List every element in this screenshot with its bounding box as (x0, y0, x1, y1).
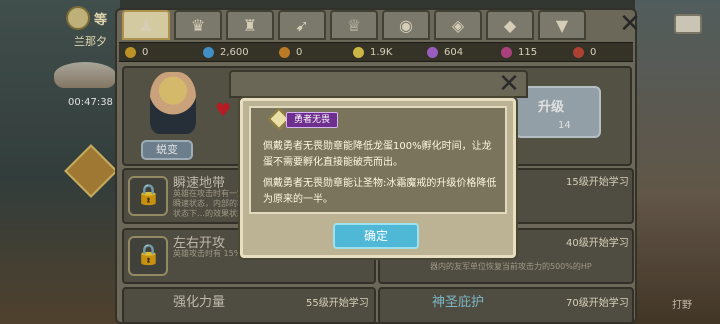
medal-effect-1: 佩戴勇者无畏勋章能降低龙蛋100%孵化时间，让龙蛋不需要孵化直接能破壳而出。 (263, 141, 492, 168)
confirm-button[interactable]: 确定 (333, 223, 419, 249)
modal-close-button[interactable]: ✕ (494, 69, 524, 99)
close-icon: ✕ (498, 69, 520, 99)
medal-title-badge: 勇者无畏 (286, 112, 338, 128)
medal-effect-2: 佩戴勇者无畏勋章能让圣物:冰霜魔戒的升级价格降低为原来的一半。 (263, 178, 497, 205)
modal-header-bar (229, 70, 528, 98)
